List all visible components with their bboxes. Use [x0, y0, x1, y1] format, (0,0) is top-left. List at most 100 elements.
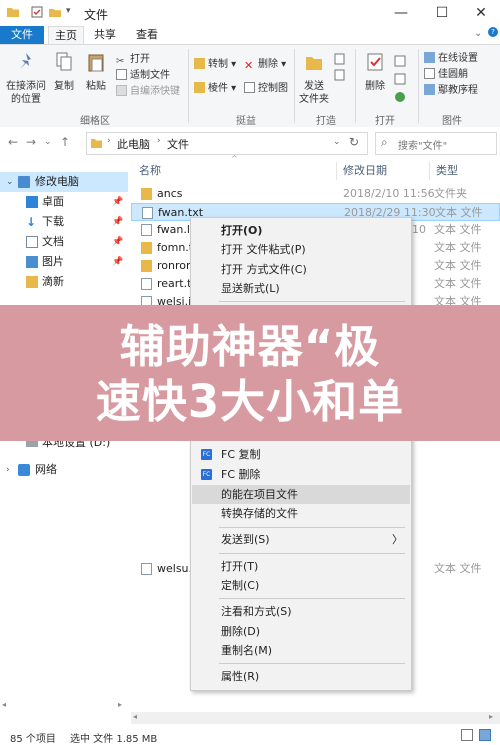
refresh-icon[interactable]: ↻	[349, 135, 359, 149]
history-icon[interactable]	[394, 91, 406, 103]
sidebar-item-downloads[interactable]: ↓ 下载 📌	[0, 212, 128, 232]
banner-line-1: 辅助神器“极	[119, 320, 381, 373]
details-view-icon[interactable]	[461, 729, 473, 741]
large-icons-view-icon[interactable]	[479, 729, 491, 741]
tab-view[interactable]: 查看	[130, 26, 164, 44]
delete-ribbon-button[interactable]: ✕ 删除 ▾	[244, 57, 286, 72]
sidebar-item-desktop[interactable]: 卓面 📌	[0, 192, 128, 212]
search-box[interactable]: ⌕ 搜索"文件"	[375, 132, 497, 155]
menu-item-show-new[interactable]: 显送新式(L)	[192, 279, 410, 298]
horizontal-scrollbar[interactable]: ◂ ▸	[131, 712, 500, 724]
move-to-label: 转制	[208, 59, 228, 70]
menu-item-note-mode[interactable]: 注看和方式(S)	[192, 602, 410, 621]
group-separator	[188, 49, 189, 123]
tab-share[interactable]: 共享	[90, 26, 120, 44]
search-icon: ⌕	[381, 135, 388, 149]
help-icon[interactable]: ?	[488, 27, 498, 37]
paste-shortcut-icon	[116, 85, 127, 96]
select-none-button[interactable]: 佳圆艄	[424, 67, 468, 82]
menu-item-open-with[interactable]: 打开 方式文件(C)	[192, 260, 410, 279]
maximize-button[interactable]: ☐	[427, 2, 457, 24]
menu-item-customize[interactable]: 定制(C)	[192, 576, 410, 595]
back-arrow-icon[interactable]: ←	[8, 135, 18, 149]
menu-item-open[interactable]: 打开(O)	[192, 221, 410, 240]
sidebar-item-documents[interactable]: 文档 📌	[0, 232, 128, 252]
file-name: fomn.t	[157, 241, 194, 254]
breadcrumb-chevron-icon: ›	[107, 136, 111, 146]
sidebar-scroll-right-icon[interactable]: ▸	[118, 700, 122, 709]
scroll-left-icon[interactable]: ◂	[133, 712, 137, 721]
close-button[interactable]: ✕	[466, 2, 496, 24]
paste-button[interactable]: 粘贴	[82, 51, 110, 93]
menu-item-open-in-project[interactable]: 的能在项目文件	[192, 485, 410, 504]
up-arrow-icon[interactable]: ↑	[60, 135, 70, 149]
copy-path-button[interactable]: 适制文件	[116, 68, 170, 83]
menu-item-fc-delete[interactable]: FC FC 删除	[192, 465, 410, 484]
pin-icon	[20, 53, 31, 69]
tab-file[interactable]: 文件	[0, 26, 44, 44]
menu-item-label: 属性(R)	[221, 670, 260, 683]
tab-home[interactable]: 主页	[48, 26, 84, 44]
forward-arrow-icon[interactable]: →	[26, 135, 36, 149]
open-icon[interactable]	[394, 55, 406, 67]
menu-item-convert[interactable]: 转换存储的文件	[192, 504, 410, 523]
copy-button[interactable]: 复制	[50, 51, 78, 93]
quick-access-dropdown-icon[interactable]: ▾	[66, 6, 71, 16]
select-all-button[interactable]: 在线设置	[424, 51, 478, 66]
address-bar[interactable]: › 此电脑 › 文件 ⌄ ↻	[86, 132, 368, 155]
new-item-icon[interactable]	[333, 53, 347, 65]
collapse-chevron-icon[interactable]: ›	[6, 460, 10, 480]
window-title: 文件	[84, 8, 109, 22]
cut-button[interactable]: ✂ 打开	[116, 52, 150, 67]
invert-selection-label: 鄢教序程	[438, 85, 478, 96]
properties-quick-icon[interactable]	[30, 5, 44, 19]
sidebar-item-network[interactable]: › 网络	[0, 460, 128, 480]
menu-item-label: 打开 方式文件(C)	[221, 263, 307, 276]
column-separator[interactable]	[429, 162, 430, 180]
menu-item-send-to[interactable]: 发送到(S) 〉	[192, 530, 410, 549]
ribbon-collapse-icon[interactable]: ⌄	[474, 28, 482, 39]
easy-access-icon[interactable]	[333, 69, 347, 81]
recent-locations-icon[interactable]: ⌄	[44, 137, 52, 147]
menu-item-open-2[interactable]: 打开(T)	[192, 557, 410, 576]
menu-item-fc-copy[interactable]: FC FC 复制	[192, 445, 410, 464]
edit-icon[interactable]	[394, 73, 406, 85]
pin-to-quick-access-button[interactable]: 在接添问的位置	[4, 51, 48, 106]
file-type: 文本 文件	[434, 277, 482, 290]
scroll-right-icon[interactable]: ▸	[489, 712, 493, 721]
ribbon-tabs: 文件 主页 共享 查看 ⌄ ?	[0, 26, 500, 44]
rename-ribbon-button[interactable]: 控制图	[244, 81, 288, 96]
menu-item-properties[interactable]: 属性(R)	[192, 667, 410, 686]
address-dropdown-icon[interactable]: ⌄	[333, 137, 341, 147]
breadcrumb-folder[interactable]: 文件	[167, 136, 189, 152]
rename-ribbon-label: 控制图	[258, 83, 288, 94]
move-to-button[interactable]: 转制 ▾	[194, 57, 236, 72]
paste-shortcut-button[interactable]: 自编添快键	[116, 84, 180, 99]
new-folder-button[interactable]: 发送 文件夹	[298, 51, 330, 106]
sidebar-item-this-pc[interactable]: ⌄ 修改电脑	[0, 172, 128, 192]
column-header-type[interactable]: 类型	[436, 160, 458, 182]
minimize-button[interactable]: —	[386, 2, 416, 24]
properties-button[interactable]: 删除	[360, 51, 390, 93]
invert-selection-button[interactable]: 鄢教序程	[424, 83, 478, 98]
copy-to-button[interactable]: 棱件 ▾	[194, 81, 236, 96]
new-folder-quick-icon[interactable]	[48, 5, 62, 19]
file-type: 文本 文件	[435, 206, 483, 219]
menu-item-delete[interactable]: 删除(D)	[192, 622, 410, 641]
status-bar: 85 个项目 选中 文件 1.85 MB	[0, 727, 500, 745]
column-separator[interactable]	[336, 162, 337, 180]
sidebar-scroll-left-icon[interactable]: ◂	[2, 700, 6, 709]
menu-item-rename[interactable]: 重制名(M)	[192, 641, 410, 660]
sidebar-item-pictures[interactable]: 图片 📌	[0, 252, 128, 272]
expand-chevron-icon[interactable]: ⌄	[6, 172, 14, 192]
menu-item-open-format[interactable]: 打开 文件粘式(P)	[192, 240, 410, 259]
table-row[interactable]: ancs 2018/2/10 11:56 文件夹	[131, 185, 500, 203]
delete-ribbon-label: 删除	[258, 59, 278, 70]
desktop-icon	[26, 196, 38, 208]
column-header-date[interactable]: 修改日期	[343, 160, 387, 182]
properties-label: 删除	[365, 81, 385, 92]
sidebar-item-folder[interactable]: 滴新	[0, 272, 128, 292]
breadcrumb-this-pc[interactable]: 此电脑	[117, 136, 150, 152]
file-date: 2018/2/10 11:56	[343, 187, 435, 200]
column-header-name[interactable]: 名称	[139, 160, 161, 182]
